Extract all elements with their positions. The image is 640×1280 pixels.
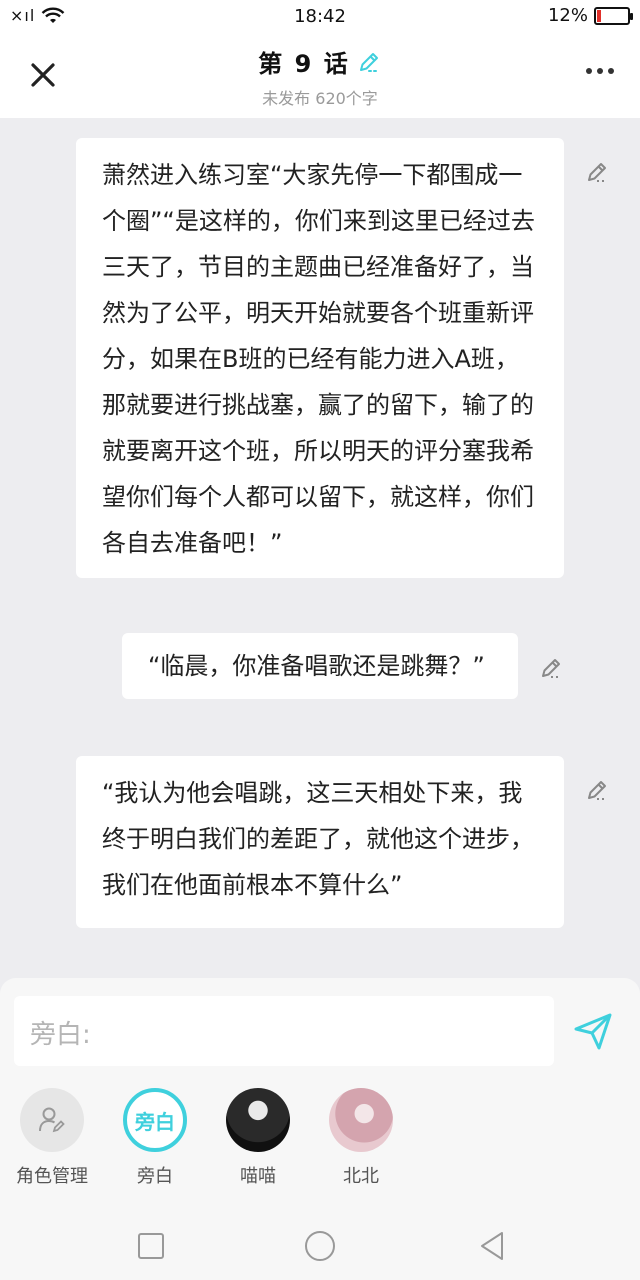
role-avatar-text: 旁白 <box>135 1109 175 1134</box>
pencil-icon[interactable] <box>356 49 382 75</box>
role-label: 北北 <box>343 1166 379 1187</box>
input-placeholder: 旁白: <box>30 1020 91 1050</box>
role-manage-button[interactable]: 角色管理 <box>0 1088 104 1188</box>
page-subtitle: 未发布 620个字 <box>262 89 378 108</box>
role-label: 喵喵 <box>240 1166 276 1187</box>
role-beibei-button[interactable]: 北北 <box>309 1088 413 1188</box>
edit-message-icon[interactable] <box>584 158 612 186</box>
battery-percent: 12% <box>547 5 588 26</box>
edit-message-icon[interactable] <box>538 654 566 682</box>
role-avatar <box>20 1088 84 1152</box>
message-text: 萧然进入练习室“大家先停一下都围成一个圈”“是这样的，你们来到这里已经过去三天了… <box>102 161 535 557</box>
status-bar: ×ıl 18:42 12% <box>0 0 640 34</box>
message-input[interactable]: 旁白: <box>14 996 554 1066</box>
role-avatar-photo <box>329 1088 393 1152</box>
battery-level-fill <box>597 9 601 22</box>
role-avatar-selected: 旁白 <box>123 1088 187 1152</box>
user-edit-icon <box>39 1107 65 1133</box>
status-right: 12% <box>547 5 633 26</box>
role-label: 角色管理 <box>16 1166 88 1187</box>
message-text: “临晨，你准备唱歌还是跳舞？” <box>148 652 485 680</box>
battery-icon <box>594 6 633 25</box>
top-app-bar: 第 9 话 未发布 620个字 <box>0 34 640 118</box>
system-nav-bar <box>0 1212 640 1280</box>
message-bubble[interactable]: 萧然进入练习室“大家先停一下都围成一个圈”“是这样的，你们来到这里已经过去三天了… <box>76 138 564 578</box>
back-icon[interactable] <box>474 1228 510 1264</box>
title-block: 第 9 话 未发布 620个字 <box>0 44 640 109</box>
role-avatar-photo <box>226 1088 290 1152</box>
message-text: “我认为他会唱跳，这三天相处下来，我终于明白我们的差距了，就他这个进步，我们在他… <box>102 779 534 899</box>
status-time: 18:42 <box>294 6 346 27</box>
message-bubble[interactable]: “临晨，你准备唱歌还是跳舞？” <box>122 633 518 699</box>
role-selector: 角色管理 旁白 旁白 喵喵 北北 <box>0 1088 640 1188</box>
recent-apps-icon[interactable] <box>133 1228 169 1264</box>
role-label: 旁白 <box>137 1166 173 1187</box>
home-icon[interactable] <box>302 1228 338 1264</box>
message-bubble[interactable]: “我认为他会唱跳，这三天相处下来，我终于明白我们的差距了，就他这个进步，我们在他… <box>76 756 564 928</box>
role-miaomiao-button[interactable]: 喵喵 <box>206 1088 310 1188</box>
page-title: 第 9 话 <box>258 50 350 78</box>
role-narrator-button[interactable]: 旁白 旁白 <box>103 1088 207 1188</box>
edit-message-icon[interactable] <box>584 776 612 804</box>
more-icon[interactable] <box>586 68 614 74</box>
send-icon[interactable] <box>572 1010 614 1052</box>
